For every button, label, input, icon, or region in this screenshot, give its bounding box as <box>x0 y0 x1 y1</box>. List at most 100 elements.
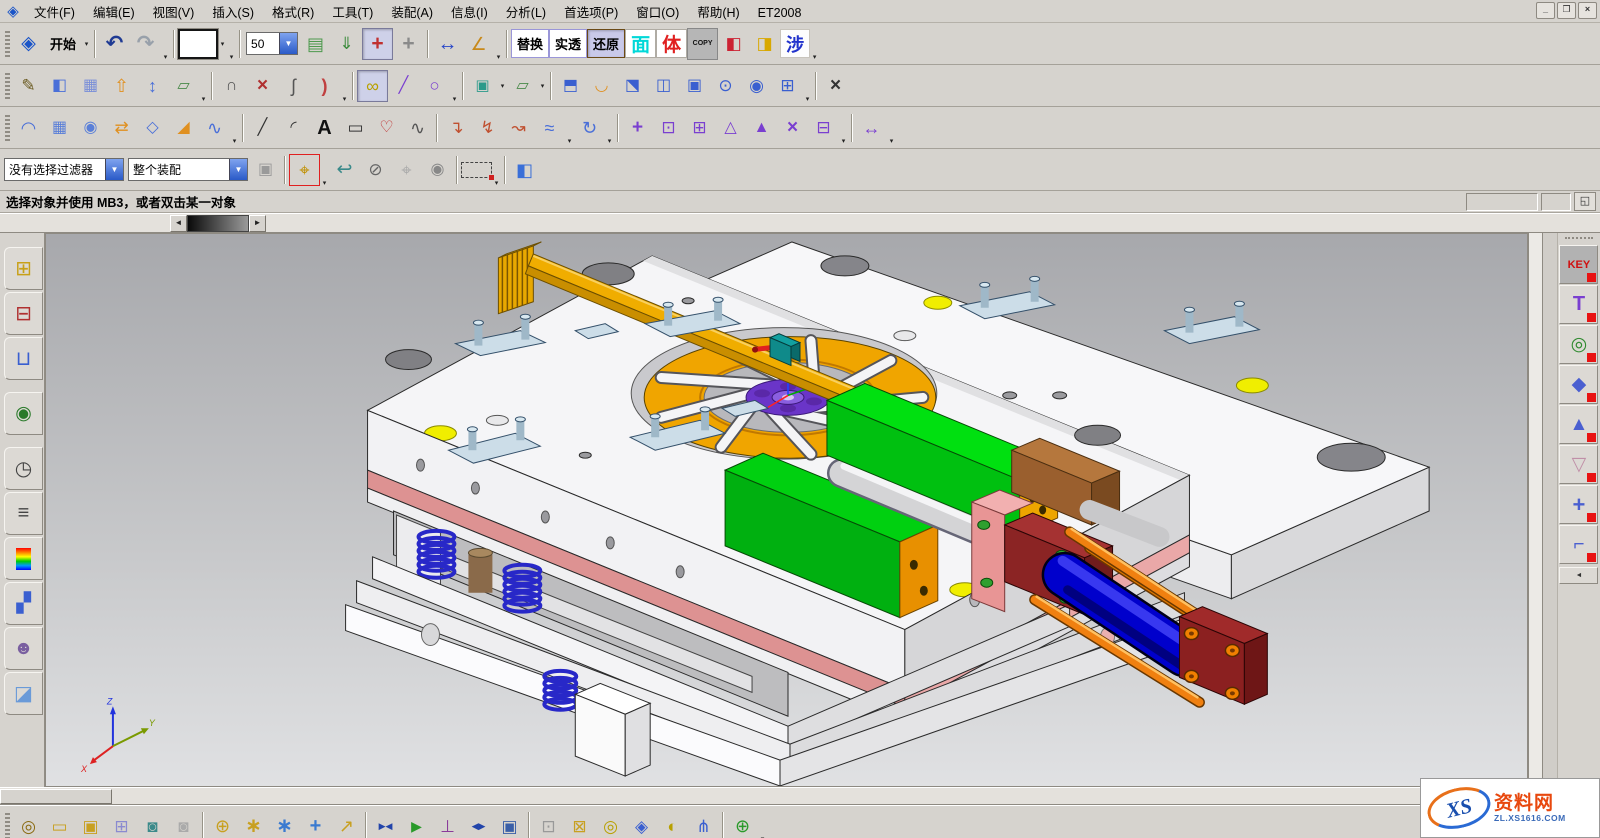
toolbar-grip[interactable] <box>5 115 10 141</box>
menu-format[interactable]: 格式(R) <box>263 4 323 22</box>
trim-curve-icon[interactable]: ↴ <box>441 112 472 144</box>
emboss-icon[interactable]: ⬔ <box>617 70 648 102</box>
dropdown-arrow[interactable]: ▾ <box>492 179 501 187</box>
mating-condition-icon[interactable]: ⊥ <box>432 810 463 838</box>
no-snap-icon[interactable]: ⌖ <box>391 154 422 186</box>
variational-sweep-icon[interactable]: ∿ <box>199 112 230 144</box>
hide-solid-icon[interactable]: ◨ <box>749 28 780 60</box>
dropdown-arrow[interactable]: ▾ <box>161 53 170 61</box>
assembly-scope-combo-arrow[interactable]: ▼ <box>229 159 247 180</box>
adjust-dimension-icon[interactable]: × <box>820 70 851 102</box>
ruled-surface-icon[interactable]: ◠ <box>13 112 44 144</box>
boss-icon[interactable]: ◉ <box>741 70 772 102</box>
redo-icon[interactable]: ↷ <box>130 28 161 60</box>
assembly-sequence-icon[interactable]: ▶ <box>401 810 432 838</box>
internet-explorer-icon[interactable]: ◉ <box>4 392 43 435</box>
menu-file[interactable]: 文件(F) <box>25 4 84 22</box>
bridge-curve-icon[interactable]: ) <box>309 70 340 102</box>
section-curve-icon[interactable]: ʃ <box>278 70 309 102</box>
extrude-icon[interactable]: ⇧ <box>106 70 137 102</box>
new-component-icon[interactable]: ∗ <box>238 810 269 838</box>
bounded-plane-icon[interactable]: ◇ <box>137 112 168 144</box>
offset-region-icon[interactable]: ⊞ <box>684 112 715 144</box>
menu-help[interactable]: 帮助(H) <box>688 4 748 22</box>
palette-collapse-button[interactable]: ◄ <box>1559 567 1598 584</box>
dropdown-arrow[interactable]: ▾ <box>803 95 812 103</box>
scroll-left-button[interactable]: ◄ <box>170 215 187 232</box>
she-button[interactable]: 涉 <box>780 29 810 58</box>
top-horizontal-scrollbar[interactable]: ◄ ► <box>0 213 1600 233</box>
show-solid-icon[interactable]: ◧ <box>718 28 749 60</box>
edit-curve-icon[interactable]: ↝ <box>503 112 534 144</box>
restore-button[interactable]: ❐ <box>1557 2 1576 19</box>
wcs-dynamics-icon[interactable]: + <box>362 28 393 60</box>
line-icon[interactable]: ╱ <box>388 70 419 102</box>
restore-button[interactable]: 还原 <box>587 29 625 58</box>
pattern-component-icon[interactable]: ∗ <box>269 810 300 838</box>
dropdown-arrow[interactable]: ▾ <box>227 53 236 61</box>
display-color-swatch[interactable] <box>178 29 218 59</box>
plate-part-icon[interactable]: ▲ <box>1559 405 1598 444</box>
block-icon[interactable]: ⬒ <box>555 70 586 102</box>
close-button[interactable]: × <box>1578 2 1597 19</box>
menu-preferences[interactable]: 首选项(P) <box>555 4 627 22</box>
menu-insert[interactable]: 插入(S) <box>203 4 263 22</box>
menu-view[interactable]: 视图(V) <box>144 4 204 22</box>
model-canvas[interactable]: Z Y X <box>46 234 1527 786</box>
key-part-icon[interactable]: KEY <box>1559 245 1598 284</box>
arc-icon[interactable]: ◜ <box>278 112 309 144</box>
flip-mate-icon[interactable]: ◀▶ <box>463 810 494 838</box>
resize-blend-icon[interactable]: ↔ <box>856 112 887 144</box>
move-component-icon[interactable]: ⊠ <box>564 810 595 838</box>
bottom-horizontal-scrollbar[interactable] <box>0 787 1600 805</box>
menu-edit[interactable]: 编辑(E) <box>84 4 144 22</box>
palette-grip[interactable] <box>1565 237 1593 243</box>
add-instance-icon[interactable]: + <box>300 810 331 838</box>
point-icon[interactable]: ▣ <box>467 70 498 102</box>
mirror-assembly-icon[interactable]: ▶◀ <box>370 810 401 838</box>
face-button[interactable]: 面 <box>625 29 656 58</box>
layer-settings-icon[interactable]: ▤ <box>300 28 331 60</box>
replace-face-icon[interactable]: △ <box>715 112 746 144</box>
find-component-icon[interactable]: ◎ <box>13 810 44 838</box>
delete-face-icon[interactable]: × <box>777 112 808 144</box>
link-part-icon[interactable]: ◎ <box>1559 325 1598 364</box>
menu-window[interactable]: 窗口(O) <box>627 4 688 22</box>
dropdown-arrow[interactable]: ▾ <box>494 53 503 61</box>
pocket-icon[interactable]: ◫ <box>648 70 679 102</box>
zoom-scale-combo-arrow[interactable]: ▼ <box>279 33 297 54</box>
assembly-scope-combo[interactable]: 整个装配▼ <box>128 158 248 181</box>
dropdown-arrow[interactable]: ▾ <box>320 179 329 187</box>
offset-surface-icon[interactable]: ↕ <box>137 70 168 102</box>
selection-filter-combo-arrow[interactable]: ▼ <box>105 159 123 180</box>
corner-blend-icon[interactable]: ◢ <box>168 112 199 144</box>
dropdown-arrow[interactable]: ▾ <box>565 137 574 145</box>
interpart-select-icon[interactable]: ▣ <box>250 154 281 186</box>
wcs-orient-icon[interactable]: + <box>393 28 424 60</box>
dropdown-arrow[interactable]: ▾ <box>498 82 507 90</box>
copy-face-icon[interactable]: ⊟ <box>808 112 839 144</box>
dropdown-arrow[interactable]: ▾ <box>82 40 91 48</box>
trimmed-sheet-icon[interactable]: ◧ <box>44 70 75 102</box>
open-component-icon[interactable]: ▭ <box>44 810 75 838</box>
snapshot-icon[interactable]: ◙ <box>137 810 168 838</box>
dropdown-arrow[interactable]: ▾ <box>230 137 239 145</box>
rectangle-select-icon[interactable] <box>461 162 492 178</box>
nozzle-part-icon[interactable]: ▽ <box>1559 445 1598 484</box>
text-icon[interactable]: A <box>309 112 340 144</box>
clearance-icon[interactable]: ◐ <box>657 810 688 838</box>
flip-normal-icon[interactable]: ⇄ <box>106 112 137 144</box>
save-assembly-icon[interactable]: ▣ <box>494 810 525 838</box>
dropdown-arrow[interactable]: ▾ <box>199 95 208 103</box>
through-curves-icon[interactable]: ▦ <box>44 112 75 144</box>
elbow-part-icon[interactable]: ⌐ <box>1559 525 1598 564</box>
visualization-icon[interactable] <box>4 537 43 580</box>
intersection-curve-icon[interactable]: × <box>247 70 278 102</box>
component-outline-icon[interactable]: ▣ <box>75 810 106 838</box>
revolve-icon[interactable]: ↻ <box>574 112 605 144</box>
component-group-icon[interactable]: ⊞ <box>106 810 137 838</box>
thru-block-icon[interactable]: ▣ <box>679 70 710 102</box>
move-face-icon[interactable]: + <box>622 112 653 144</box>
layer-in-view-icon[interactable]: ⇓ <box>331 28 362 60</box>
measure-angle-icon[interactable]: ∠ <box>463 28 494 60</box>
